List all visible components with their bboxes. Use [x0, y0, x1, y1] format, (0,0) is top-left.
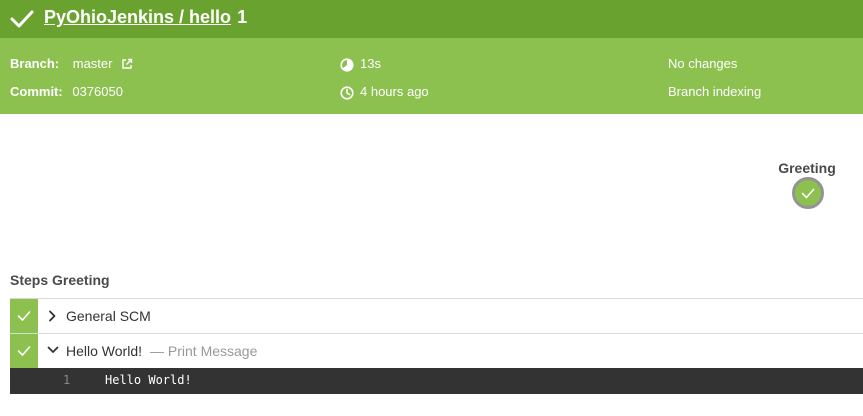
clock-icon: [340, 85, 354, 100]
external-link-icon[interactable]: [121, 58, 133, 70]
cause-text: Branch indexing: [668, 84, 762, 99]
branch-field: Branch: master: [10, 56, 133, 72]
step-name: General SCM: [66, 308, 151, 324]
step-row-general-scm[interactable]: General SCM: [10, 298, 863, 333]
commit-value: 0376050: [72, 84, 123, 99]
commit-label: Commit:: [10, 84, 63, 99]
duration-field: 13s: [340, 56, 381, 72]
step-description: — Print Message: [150, 343, 258, 359]
run-header: PyOhioJenkins / hello 1: [0, 0, 863, 38]
check-icon: [10, 10, 34, 28]
step-row-hello-world[interactable]: Hello World! — Print Message: [10, 333, 863, 368]
step-log: 1 Hello World!: [10, 368, 863, 394]
stage-success-node[interactable]: [792, 177, 824, 209]
started-value: 4 hours ago: [360, 84, 429, 99]
changes-text: No changes: [668, 56, 738, 71]
log-line-text: Hello World!: [105, 373, 192, 387]
stage-label[interactable]: Greeting: [771, 160, 843, 176]
commit-field: Commit: 0376050: [10, 84, 123, 100]
branch-value[interactable]: master: [73, 56, 113, 71]
run-number: 1: [237, 7, 248, 27]
started-field: 4 hours ago: [340, 84, 429, 100]
step-name-wrap: Hello World! — Print Message: [66, 343, 257, 359]
step-name: Hello World!: [66, 343, 142, 359]
step-status: [10, 334, 38, 368]
check-icon: [17, 346, 31, 356]
check-icon: [17, 311, 31, 321]
chevron-right-icon[interactable]: [47, 310, 57, 322]
log-line-number[interactable]: 1: [63, 373, 70, 387]
duration-icon: [340, 57, 354, 72]
step-status: [10, 299, 38, 333]
steps-heading: Steps Greeting: [10, 272, 110, 288]
run-title: PyOhioJenkins / hello 1: [44, 7, 247, 28]
duration-value: 13s: [360, 56, 381, 71]
run-info-bar: Branch: master Commit: 0376050 13s 4 hou…: [0, 38, 863, 114]
branch-label: Branch:: [10, 56, 60, 71]
pipeline-link[interactable]: PyOhioJenkins / hello: [44, 7, 231, 27]
chevron-down-icon[interactable]: [47, 345, 59, 355]
